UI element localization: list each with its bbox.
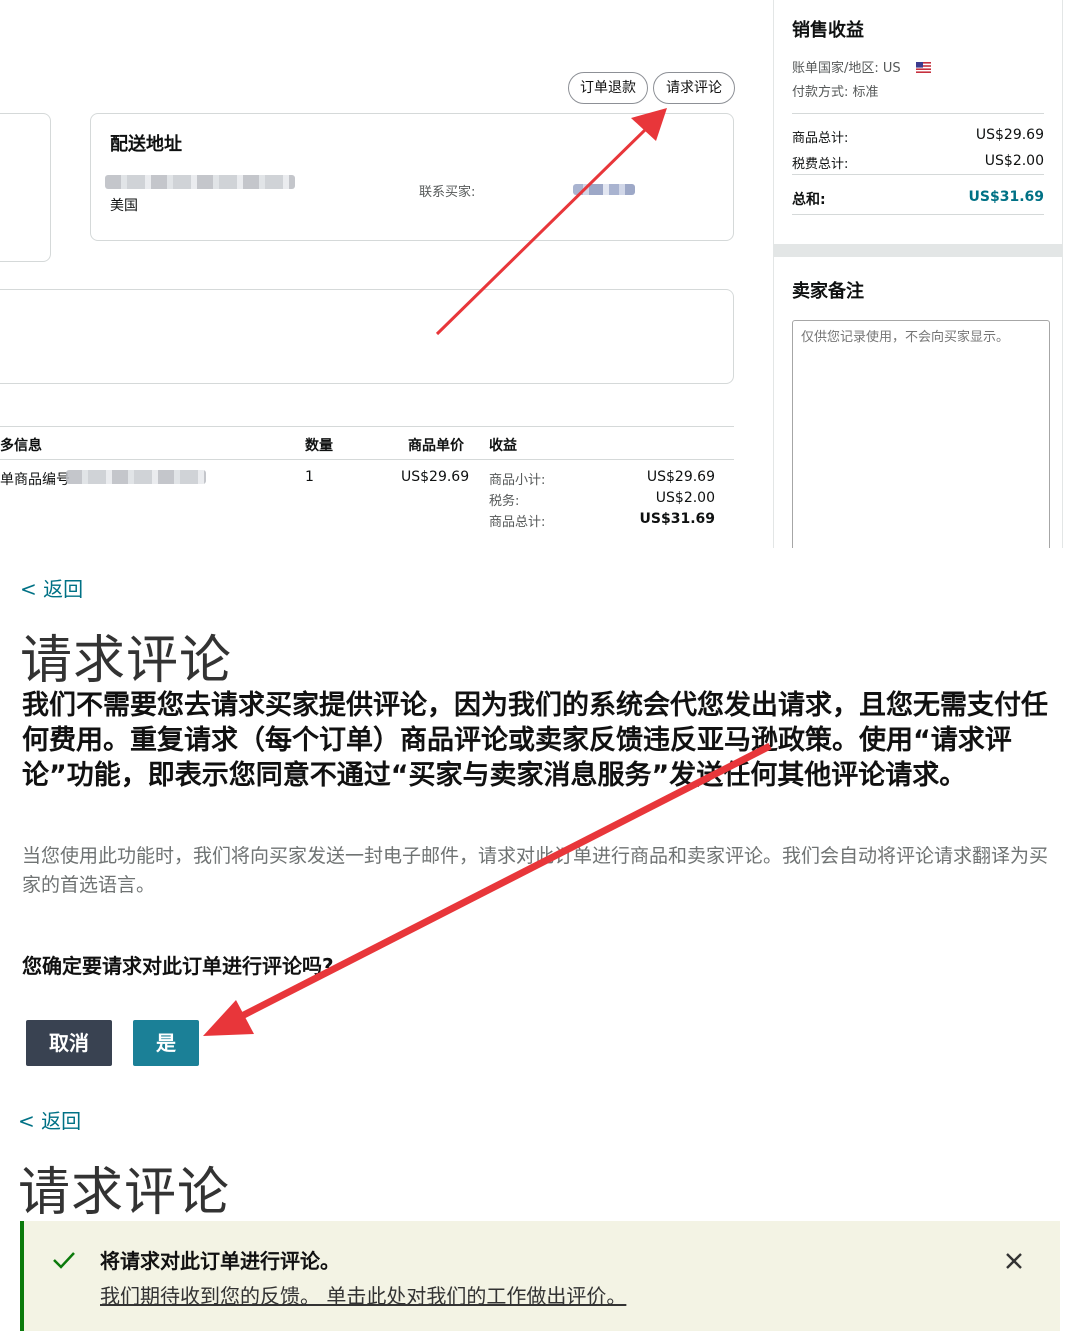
success-title: 将请求对此订单进行评论。 (100, 1249, 340, 1273)
close-icon[interactable] (1004, 1251, 1024, 1271)
page-title: 请求评论 (18, 1163, 231, 1223)
success-alert (20, 1221, 1060, 1331)
annotation-arrow (435, 108, 667, 336)
order-detail-screenshot: 订单退款 请求评论 配送地址 美国 联系买家: 多信息 数量 商品单价 收益 单… (0, 0, 1080, 548)
check-icon (52, 1250, 76, 1270)
feedback-link[interactable]: 我们期待收到您的反馈。 单击此处对我们的工作做出评价。 (100, 1280, 626, 1309)
back-link[interactable]: < 返回 (18, 1105, 81, 1134)
annotation-arrow (203, 742, 772, 1036)
